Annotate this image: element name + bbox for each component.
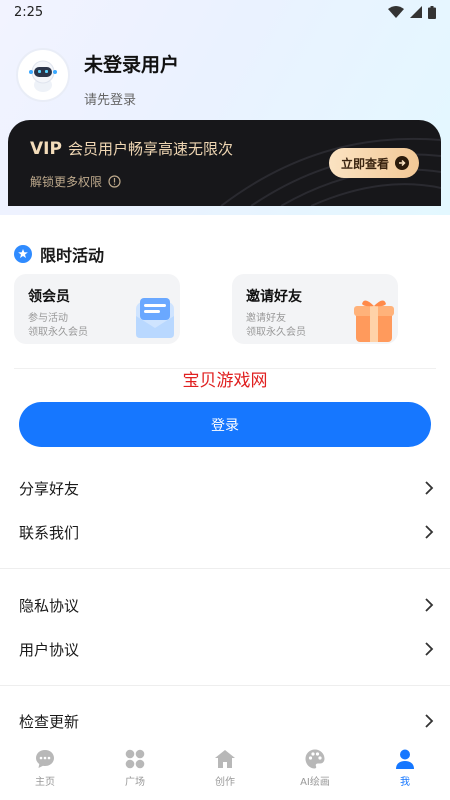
chat-bubble-icon xyxy=(36,750,54,768)
vip-view-button-label: 立即查看 xyxy=(340,156,389,171)
activities-title: 限时活动 xyxy=(14,242,104,266)
grid-icon xyxy=(125,749,145,769)
menu-item-share[interactable]: 分享好友 xyxy=(0,466,450,510)
menu-divider xyxy=(0,685,450,686)
tab-create[interactable]: 创作 xyxy=(180,742,270,800)
tab-ai-painting[interactable]: AI绘画 xyxy=(270,742,360,800)
login-button[interactable]: 登录 xyxy=(19,402,431,447)
chevron-right-icon xyxy=(425,481,434,495)
user-icon xyxy=(396,749,414,769)
signal-icon xyxy=(410,6,422,18)
arrow-right-circle-icon xyxy=(395,156,409,170)
star-badge-icon xyxy=(14,245,32,263)
battery-icon xyxy=(428,5,436,19)
vip-badge: VIP xyxy=(30,139,62,159)
menu-item-user-agreement[interactable]: 用户协议 xyxy=(0,627,450,671)
watermark-text: 宝贝游戏网 xyxy=(182,371,268,391)
avatar[interactable] xyxy=(16,48,70,102)
activity-card-membership[interactable]: 领会员 参与活动 领取永久会员 xyxy=(14,274,180,344)
profile-section[interactable]: 未登录用户 请先登录 xyxy=(16,48,179,108)
menu-item-check-update[interactable]: 检查更新 xyxy=(0,699,450,743)
gift-icon xyxy=(354,300,394,342)
vip-title-text: 会员用户畅享高速无限次 xyxy=(67,140,233,158)
chevron-right-icon xyxy=(425,525,434,539)
vip-subtitle: 解锁更多权限 xyxy=(30,173,121,190)
username: 未登录用户 xyxy=(84,54,180,76)
envelope-icon xyxy=(136,298,174,338)
tab-label: 创作 xyxy=(215,777,235,788)
menu-divider xyxy=(0,568,450,569)
info-icon[interactable] xyxy=(108,175,121,188)
tab-square[interactable]: 广场 xyxy=(90,742,180,800)
tab-label: AI绘画 xyxy=(300,777,330,788)
bottom-tab-bar: 主页 广场 创作 AI绘画 我 xyxy=(0,742,450,800)
chevron-right-icon xyxy=(425,598,434,612)
menu-item-label: 检查更新 xyxy=(19,712,80,731)
menu-item-contact[interactable]: 联系我们 xyxy=(0,510,450,554)
vip-view-button[interactable]: 立即查看 xyxy=(328,148,419,178)
activities-title-text: 限时活动 xyxy=(40,246,105,265)
tab-home[interactable]: 主页 xyxy=(0,742,90,800)
login-hint[interactable]: 请先登录 xyxy=(84,89,179,108)
tab-label: 广场 xyxy=(125,777,145,788)
home-icon xyxy=(215,750,235,768)
tab-me[interactable]: 我 xyxy=(360,742,450,800)
vip-subtitle-text: 解锁更多权限 xyxy=(30,175,103,189)
activity-card-invite[interactable]: 邀请好友 邀请好友 领取永久会员 xyxy=(232,274,398,344)
menu-item-label: 联系我们 xyxy=(19,523,80,542)
tab-label: 主页 xyxy=(35,777,55,788)
vip-title: VIP 会员用户畅享高速无限次 xyxy=(30,138,233,159)
menu-item-label: 用户协议 xyxy=(19,640,80,659)
tab-label: 我 xyxy=(400,777,410,788)
vip-card[interactable]: VIP 会员用户畅享高速无限次 解锁更多权限 立即查看 xyxy=(8,120,441,206)
status-time: 2:25 xyxy=(14,4,44,20)
menu-item-privacy[interactable]: 隐私协议 xyxy=(0,583,450,627)
robot-avatar-icon xyxy=(29,60,57,92)
menu-item-label: 分享好友 xyxy=(19,479,80,498)
wifi-icon xyxy=(388,6,404,18)
menu-item-label: 隐私协议 xyxy=(19,596,80,615)
status-bar: 2:25 xyxy=(0,0,450,24)
chevron-right-icon xyxy=(425,714,434,728)
chevron-right-icon xyxy=(425,642,434,656)
palette-icon xyxy=(305,749,325,769)
